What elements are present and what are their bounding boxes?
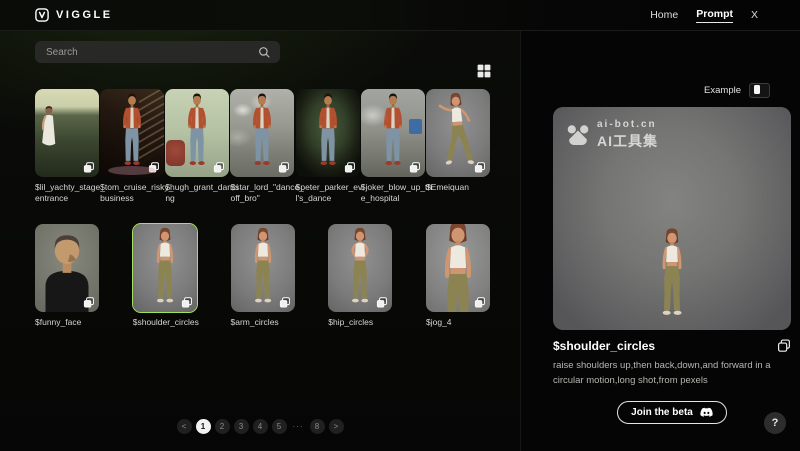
pagination-next[interactable]: > [329,419,344,434]
thumbnail-image [361,89,425,177]
gallery-item[interactable]: $shoulder_circles [133,224,197,343]
thumbnail-image [328,224,392,312]
thumbnail-image [100,89,164,177]
copy-icon[interactable] [376,296,388,308]
thumbnail-figure [361,89,425,177]
gallery-item-label: $peter_parker_evil's_dance [296,182,370,208]
example-label: Example [704,85,741,96]
gallery-item[interactable]: $jog_4 [426,224,490,343]
grid-view-icon [477,64,491,78]
copy-icon[interactable] [83,161,95,173]
thumbnail-image [133,224,197,312]
preview-title-row: $shoulder_circles [553,339,791,353]
gallery-item-label: $joker_blow_up_the_hospital [361,182,435,208]
search-input[interactable] [44,46,258,59]
discord-icon [700,407,713,418]
grid-view-button[interactable] [477,64,492,79]
gallery-item[interactable]: $hip_circles [328,224,392,343]
copy-prompt-icon[interactable] [777,339,791,353]
gallery-item[interactable]: $peter_parker_evil's_dance [296,89,360,208]
copy-icon[interactable] [344,161,356,173]
copy-icon[interactable] [181,296,193,308]
copy-icon[interactable] [409,161,421,173]
watermark-line1: ai-bot.cn [597,119,658,130]
preview-card[interactable]: ai-bot.cn AI工具集 [553,107,791,330]
thumbnail-image [230,89,294,177]
example-toggle-knob [754,85,760,94]
gallery-item-label: $funny_face [35,317,109,343]
header: VIGGLE Home Prompt X [0,0,800,31]
header-nav: Home Prompt X [650,8,758,23]
brand-name: VIGGLE [56,9,113,21]
gallery-item-label: $star_lord_"dance_off_bro" [230,182,304,208]
preview-description: raise shoulders up,then back,down,and fo… [553,359,797,388]
gallery-item[interactable]: $hugh_grant_dancing [165,89,229,208]
thumbnail-image [165,89,229,177]
gallery-grid: $lil_yachty_stage_entrance $tom_cruise_r… [35,89,490,359]
copy-icon[interactable] [474,296,486,308]
copy-icon[interactable] [213,161,225,173]
nav-prompt[interactable]: Prompt [696,8,733,23]
pagination-page-4[interactable]: 4 [253,419,268,434]
thumbnail-image [231,224,295,312]
join-beta-button[interactable]: Join the beta [617,401,727,424]
gallery-item-label: $hip_circles [328,317,402,343]
gallery-item[interactable]: $joker_blow_up_the_hospital [361,89,425,208]
gallery-item-label: $shoulder_circles [133,317,207,343]
preview-title: $shoulder_circles [553,339,655,353]
preview-panel: Example ai-bot.cn AI工具集 $shoulde [520,31,800,451]
pagination-page-3[interactable]: 3 [234,419,249,434]
pagination-page-1[interactable]: 1 [196,419,211,434]
watermark-text: ai-bot.cn AI工具集 [597,119,658,151]
search-icon [258,46,271,59]
gallery-item[interactable]: $lil_yachty_stage_entrance [35,89,99,208]
pagination-page-2[interactable]: 2 [215,419,230,434]
nav-x[interactable]: X [751,9,758,21]
gallery-item-label: $Emeiquan [426,182,500,208]
pagination: <12345 ··· 8 > [0,419,520,434]
viggle-logo-icon [35,8,49,22]
gallery-item-label: $tom_cruise_risky_business [100,182,174,208]
gallery-item[interactable]: $tom_cruise_risky_business [100,89,164,208]
pagination-page-5[interactable]: 5 [272,419,287,434]
watermark: ai-bot.cn AI工具集 [566,119,658,151]
example-row: Example [521,31,800,98]
gallery-item-label: $jog_4 [426,317,500,343]
join-beta-label: Join the beta [631,407,693,418]
thumbnail-image [35,89,99,177]
pagination-page-8[interactable]: 8 [310,419,325,434]
watermark-logo-icon [566,124,590,147]
gallery-item[interactable]: $star_lord_"dance_off_bro" [230,89,294,208]
watermark-line2: AI工具集 [597,131,658,151]
pagination-prev[interactable]: < [177,419,192,434]
preview-figure [638,154,706,326]
join-beta-row: Join the beta [553,401,791,424]
copy-icon[interactable] [148,161,160,173]
brand[interactable]: VIGGLE [35,8,113,22]
search-bar[interactable] [35,41,280,63]
thumbnail-image [296,89,360,177]
nav-home[interactable]: Home [650,9,678,21]
copy-icon[interactable] [83,296,95,308]
thumbnail-image [426,224,490,312]
main: $lil_yachty_stage_entrance $tom_cruise_r… [0,31,800,451]
gallery-item[interactable]: $Emeiquan [426,89,490,208]
copy-icon[interactable] [278,161,290,173]
thumbnail-image [35,224,99,312]
gallery-item[interactable]: $funny_face [35,224,99,343]
help-button[interactable]: ? [764,412,786,434]
copy-icon[interactable] [474,161,486,173]
example-toggle[interactable] [749,83,770,98]
pagination-ellipsis: ··· [291,419,306,434]
gallery-item-label: $hugh_grant_dancing [165,182,239,208]
gallery-item[interactable]: $arm_circles [231,224,295,343]
thumbnail-image [426,89,490,177]
gallery-item-label: $arm_circles [231,317,305,343]
gallery-item-label: $lil_yachty_stage_entrance [35,182,109,208]
gallery-panel: $lil_yachty_stage_entrance $tom_cruise_r… [0,31,520,451]
copy-icon[interactable] [279,296,291,308]
